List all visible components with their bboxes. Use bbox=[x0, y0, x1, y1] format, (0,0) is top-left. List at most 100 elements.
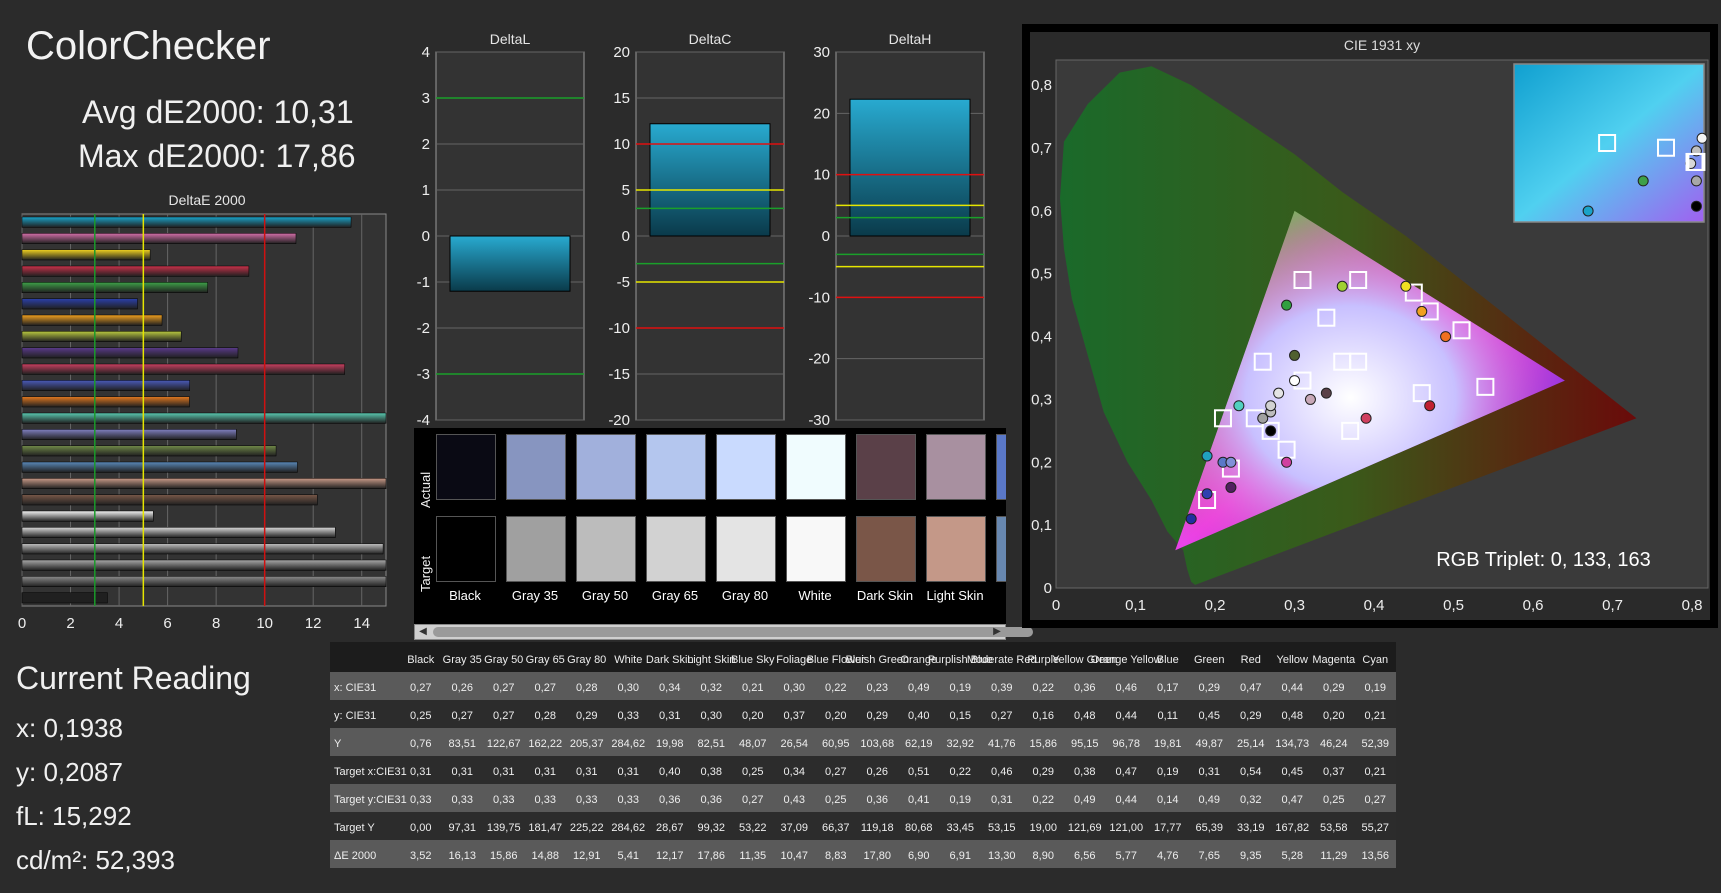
cie-x-tick-label: 0,1 bbox=[1125, 597, 1146, 614]
delta-tick-label: 20 bbox=[613, 44, 630, 61]
delta-tick-label: -1 bbox=[417, 274, 430, 291]
table-cell: 0,21 bbox=[1365, 710, 1386, 722]
cie-measured-point bbox=[1360, 412, 1372, 424]
delta-e-tick-label: 4 bbox=[115, 615, 123, 632]
scroll-right-icon[interactable]: ▶ bbox=[989, 625, 1005, 639]
delta-e-bar bbox=[21, 233, 297, 244]
cie-x-tick-label: 0,4 bbox=[1364, 597, 1385, 614]
table-column-header: Blue bbox=[1157, 654, 1179, 666]
cie-x-tick-label: 0,6 bbox=[1523, 597, 1544, 614]
table-cell: 0,31 bbox=[576, 766, 597, 778]
actual-label-wrap: Actual bbox=[416, 446, 436, 526]
delta-e-bar bbox=[21, 363, 345, 375]
swatch-target bbox=[716, 516, 776, 582]
cie-x-tick-label: 0,5 bbox=[1443, 597, 1464, 614]
table-cell: 0,11 bbox=[1157, 710, 1178, 722]
delta-e-chart: 0 2 4 6 8 10 12 14 bbox=[18, 213, 387, 632]
table-cell: 0,21 bbox=[742, 682, 763, 694]
scroll-thumb[interactable] bbox=[433, 627, 1033, 637]
table-cell: 12,91 bbox=[573, 850, 601, 862]
table-cell: 41,76 bbox=[988, 738, 1016, 750]
table-cell: 0,43 bbox=[784, 794, 805, 806]
table-cell: 33,45 bbox=[946, 822, 974, 834]
delta-tick-label: 3 bbox=[422, 90, 430, 107]
cie-inset-point bbox=[1696, 132, 1708, 144]
table-cell: 0,27 bbox=[535, 682, 556, 694]
table-cell: 0,20 bbox=[825, 710, 846, 722]
scroll-left-icon[interactable]: ◀ bbox=[415, 625, 431, 639]
swatch-target bbox=[436, 516, 496, 582]
table-cell: 53,15 bbox=[988, 822, 1016, 834]
table-cell: 0,40 bbox=[908, 710, 929, 722]
table-column-header: Green bbox=[1194, 654, 1225, 666]
table-cell: 0,49 bbox=[1074, 794, 1095, 806]
table-cell: 95,15 bbox=[1071, 738, 1099, 750]
cie-x-tick-label: 0,3 bbox=[1284, 597, 1305, 614]
table-cell: 33,19 bbox=[1237, 822, 1265, 834]
avg-de2000: Avg dE2000: 10,31 bbox=[82, 94, 354, 130]
table-cell: 0,30 bbox=[618, 682, 639, 694]
delta-tick-label: 15 bbox=[613, 90, 630, 107]
delta-bar bbox=[649, 123, 771, 237]
cie-inset-point bbox=[1637, 175, 1649, 187]
table-column-header: Light Skin bbox=[687, 654, 735, 666]
cie-y-tick-label: 0,8 bbox=[1031, 77, 1052, 94]
swatch-label: Black bbox=[449, 588, 481, 603]
delta-tick-label: -20 bbox=[808, 351, 830, 368]
delta-tick-label: 0 bbox=[822, 228, 830, 245]
table-cell: 25,14 bbox=[1237, 738, 1265, 750]
cie-measured-point bbox=[1201, 450, 1213, 462]
delta-c-chart: DeltaC 20 15 10 5 0 -5 -10 -15 -20 bbox=[608, 31, 785, 428]
table-cell: 96,78 bbox=[1112, 738, 1140, 750]
cie-x-tick-label: 0,2 bbox=[1205, 597, 1226, 614]
table-cell: 8,90 bbox=[1033, 850, 1054, 862]
table-cell: 5,41 bbox=[618, 850, 639, 862]
table-row bbox=[330, 756, 1396, 784]
table-cell: 103,68 bbox=[860, 738, 894, 750]
table-column-header: Cyan bbox=[1362, 654, 1388, 666]
table-cell: 11,29 bbox=[1320, 850, 1347, 862]
table-cell: 0,27 bbox=[493, 682, 514, 694]
table-cell: 0,33 bbox=[410, 794, 431, 806]
swatch-actual bbox=[996, 434, 1006, 500]
table-cell: 80,68 bbox=[905, 822, 933, 834]
cie-measured-point bbox=[1289, 349, 1301, 361]
delta-tick-label: 5 bbox=[622, 182, 630, 199]
swatch-target bbox=[996, 516, 1006, 582]
table-column-header: Orange Yellow bbox=[1091, 654, 1162, 666]
delta-tick-label: 4 bbox=[422, 44, 430, 61]
actual-label: Actual bbox=[418, 471, 433, 508]
table-cell: 0,22 bbox=[950, 766, 971, 778]
table-cell: 0,48 bbox=[1074, 710, 1095, 722]
delta-tick-label: 10 bbox=[813, 167, 830, 184]
swatch-scrollbar[interactable]: ◀ ▶ bbox=[414, 624, 1033, 640]
delta-e-bar bbox=[21, 527, 336, 538]
delta-e-tick-label: 10 bbox=[256, 615, 273, 632]
swatch-label: Dark Skin bbox=[856, 588, 914, 603]
table-cell: 0,44 bbox=[1282, 682, 1303, 694]
swatch-actual bbox=[716, 434, 776, 500]
cie-x-tick-label: 0 bbox=[1052, 597, 1060, 614]
delta-bar bbox=[849, 98, 971, 237]
cie-y-tick-label: 0,6 bbox=[1031, 203, 1052, 220]
table-row-label: x: CIE31 bbox=[334, 682, 376, 694]
table-cell: 0,49 bbox=[908, 682, 929, 694]
cie-measured-point bbox=[1225, 481, 1237, 493]
delta-e-bar bbox=[21, 429, 237, 440]
table-row bbox=[330, 784, 1396, 812]
table-cell: 0,38 bbox=[701, 766, 722, 778]
table-cell: 0,54 bbox=[1240, 766, 1261, 778]
cie-measured-point bbox=[1424, 400, 1436, 412]
table-cell: 52,39 bbox=[1361, 738, 1389, 750]
swatch-target bbox=[576, 516, 636, 582]
swatch-label: Gray 65 bbox=[651, 588, 699, 603]
cie-x-tick-label: 0,7 bbox=[1602, 597, 1623, 614]
swatch-label: Gray 35 bbox=[511, 588, 559, 603]
table-cell: 205,37 bbox=[570, 738, 604, 750]
table-cell: 13,30 bbox=[988, 850, 1016, 862]
table-cell: 60,95 bbox=[822, 738, 850, 750]
delta-tick-label: -2 bbox=[417, 320, 430, 337]
table-cell: 0,29 bbox=[1199, 682, 1220, 694]
cie-measured-point bbox=[1265, 425, 1277, 437]
table-cell: 0,33 bbox=[535, 794, 556, 806]
